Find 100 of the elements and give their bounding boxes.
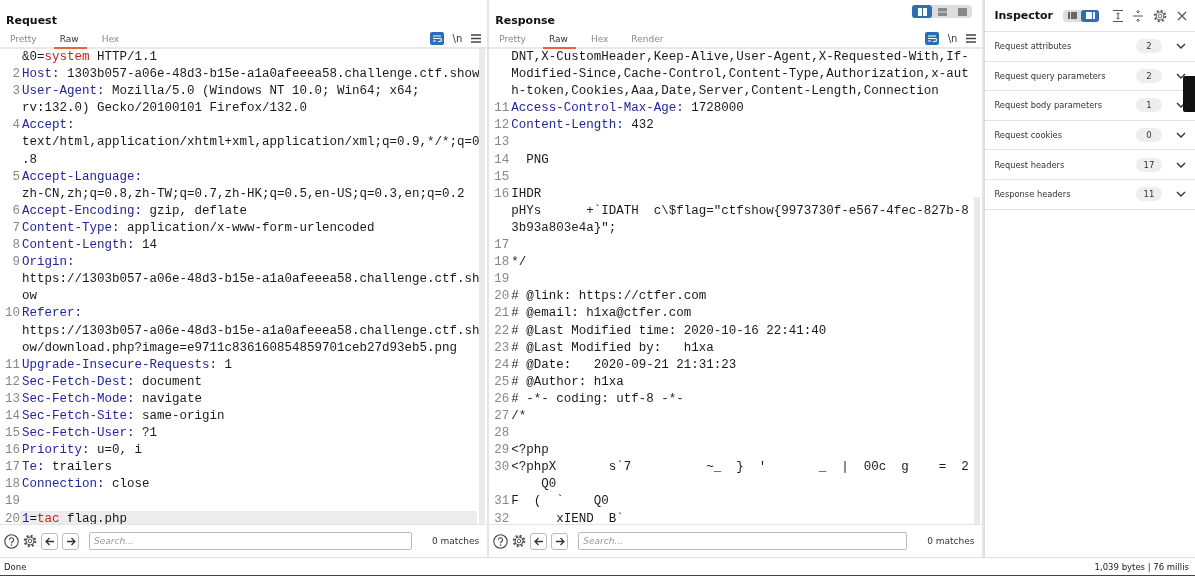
line-number: 11 — [4, 356, 20, 374]
line-number: 28 — [493, 425, 510, 443]
help-icon[interactable] — [4, 533, 19, 549]
menu-icon[interactable] — [471, 34, 482, 43]
code-line: rv:132.0) Gecko/20100101 Firefox/132.0 — [21, 100, 309, 118]
code-line: Access-Control-Max-Age: 1728000 — [510, 100, 745, 118]
line-number: 13 — [493, 134, 510, 152]
code-line: # @email: h1xa@ctfer.com — [510, 305, 693, 323]
view-tab[interactable]: Pretty — [4, 30, 45, 49]
view-mode-button[interactable] — [912, 5, 933, 18]
line-number: 12 — [4, 373, 20, 391]
count-badge: 2 — [1136, 39, 1162, 54]
view-tab[interactable]: Hex — [584, 30, 617, 49]
back-button[interactable] — [530, 532, 548, 550]
code-line: Accept-Language: — [21, 168, 144, 186]
count-badge: 2 — [1136, 68, 1162, 83]
back-button[interactable] — [41, 532, 58, 550]
line-number: 11 — [493, 100, 510, 118]
line-number: 31 — [493, 493, 510, 511]
view-tab[interactable]: Hex — [95, 30, 128, 49]
code-line: text/html,application/xhtml+xml,application/xml;q=0.9,*/*;q=0 — [21, 134, 480, 152]
expand-all-icon[interactable] — [1113, 9, 1123, 22]
code-line: PNG — [525, 151, 550, 169]
view-tab[interactable]: Pretty — [493, 30, 534, 49]
left-arrow-icon — [533, 536, 544, 546]
code-line: Sec-Fetch-Mode: navigate — [21, 390, 204, 408]
code-line: User-Agent: Mozilla/5.0 (Windows NT 10.0; Win64; x64; — [21, 83, 421, 101]
line-number: 7 — [11, 219, 20, 237]
forward-button[interactable] — [62, 532, 79, 550]
line-number: 19 — [493, 271, 510, 289]
view-tab[interactable]: Render — [625, 30, 672, 49]
code-line: Sec-Fetch-Site: same-origin — [21, 407, 226, 425]
chevron-icon[interactable] — [1176, 132, 1186, 139]
chevron-icon[interactable] — [1176, 43, 1186, 50]
line-number: 16 — [4, 442, 20, 460]
view-tab[interactable]: Raw — [542, 30, 576, 49]
line-number: 14 — [4, 407, 20, 425]
chevron-icon[interactable] — [1176, 161, 1186, 168]
code-line: Upgrade-Insecure-Requests: 1 — [21, 356, 234, 374]
line-number: 15 — [493, 168, 510, 186]
code-line: 3b93a803e4a}"; — [510, 219, 618, 237]
pane-title: Response — [495, 14, 555, 29]
help-icon[interactable] — [493, 533, 509, 549]
line-number: 27 — [493, 407, 510, 425]
word-wrap-toggle[interactable] — [924, 32, 939, 45]
code-line: <?php — [510, 442, 550, 460]
panel-title: Inspector — [994, 9, 1053, 22]
columns-icon — [917, 7, 927, 16]
status-text: Done — [4, 561, 27, 572]
line-number: 3 — [11, 83, 20, 101]
line-number: 20 — [4, 510, 20, 524]
code-line: /* — [510, 407, 528, 425]
line-number: 30 — [493, 459, 510, 477]
settings-icon[interactable] — [1153, 8, 1167, 23]
line-number: 12 — [493, 117, 510, 135]
collapse-all-icon[interactable] — [1133, 9, 1143, 22]
newline-toggle[interactable]: \n — [947, 33, 958, 44]
close-icon[interactable] — [1177, 10, 1187, 21]
match-count: 0 matches — [431, 536, 480, 546]
scrollbar[interactable] — [479, 49, 486, 524]
code-line: DNT,X-CustomHeader,Keep-Alive,User-Agent,X-Requested-With,If- — [510, 49, 970, 66]
code-line: Connection: close — [21, 476, 151, 494]
code-line: # @Last Modified time: 2020-10-16 22:41:40 — [510, 322, 828, 340]
line-number: 29 — [493, 442, 510, 460]
line-number: 13 — [4, 390, 20, 408]
rows-icon — [937, 7, 947, 16]
panel-left-icon — [1067, 12, 1077, 19]
code-line: &0=system HTTP/1.1 — [21, 49, 159, 66]
chevron-icon[interactable] — [1176, 191, 1186, 198]
line-number: 15 — [4, 425, 20, 443]
forward-button[interactable] — [551, 532, 569, 550]
code-line: Modified-Since,Cache-Control,Content-Type,Authorization,x-aut — [510, 66, 970, 84]
response-stats: 1,039 bytes | 76 millis — [1094, 561, 1189, 572]
line-number: 17 — [4, 459, 20, 477]
code-line: pHYs +`IDATH c\$flag="ctfshow{9973730f-e567-4fec-827b-8 — [510, 202, 970, 220]
code-line: .8 — [21, 151, 38, 169]
square-icon — [957, 7, 967, 16]
line-number: 26 — [493, 390, 510, 408]
settings-icon[interactable] — [23, 534, 37, 548]
line-number: 16 — [493, 185, 510, 203]
line-number: 2 — [11, 66, 20, 84]
settings-icon[interactable] — [512, 534, 527, 548]
code-line: ow — [21, 288, 38, 306]
code-line: ow/download.php?image=e9711c836160854859701ceb27d93eb5.png — [21, 339, 459, 357]
line-number: 4 — [11, 117, 20, 135]
search-field[interactable]: Search... — [89, 532, 412, 550]
line-number: 23 — [493, 339, 510, 357]
code-line: Sec-Fetch-Dest: document — [21, 373, 204, 391]
line-number: 20 — [493, 288, 510, 306]
view-tab[interactable]: Raw — [53, 30, 87, 49]
right-arrow-icon — [65, 536, 76, 546]
menu-icon[interactable] — [966, 34, 977, 43]
search-field[interactable]: Search... — [578, 532, 908, 550]
word-wrap-toggle[interactable] — [429, 32, 444, 45]
layout-toggle[interactable] — [1081, 9, 1099, 22]
pane-title: Request — [6, 14, 57, 29]
scrollbar[interactable] — [974, 197, 981, 524]
newline-toggle[interactable]: \n — [452, 33, 463, 44]
code-line: IHDR — [510, 185, 543, 203]
line-number: 25 — [493, 373, 510, 391]
